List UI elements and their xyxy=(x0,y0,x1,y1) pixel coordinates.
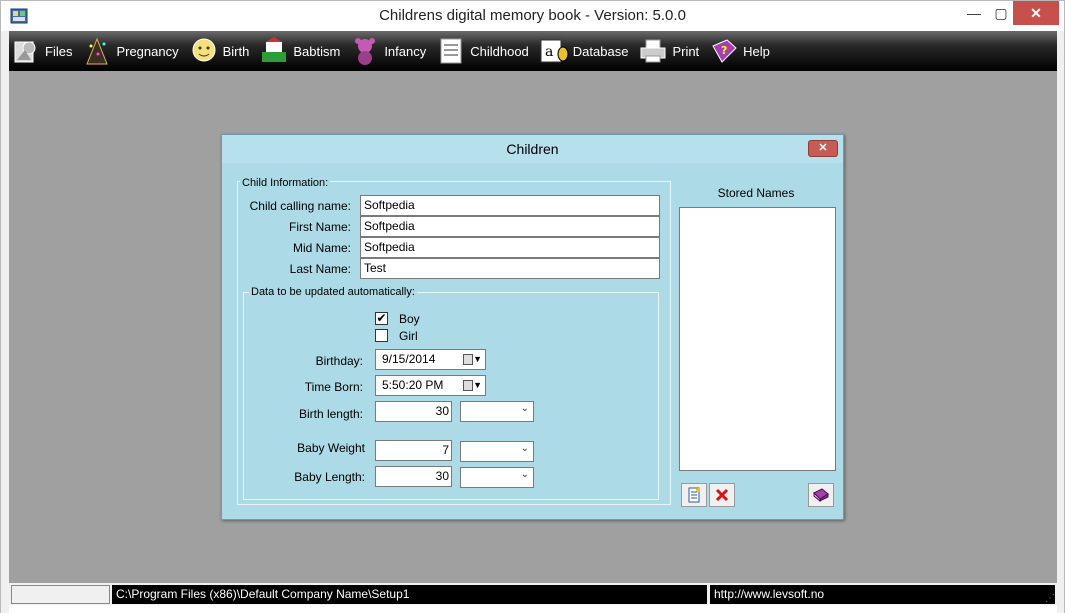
stored-names-title: Stored Names xyxy=(717,186,795,200)
toolbar-print-label: Print xyxy=(672,43,700,59)
childhood-icon xyxy=(434,34,468,68)
files-icon xyxy=(9,34,43,68)
infancy-icon xyxy=(348,34,382,68)
database-icon: a xyxy=(537,34,571,68)
chevron-down-icon[interactable]: ▼ xyxy=(473,376,482,395)
stored-names-list[interactable] xyxy=(679,207,836,471)
time-born-value: 5:50:20 PM xyxy=(382,378,444,392)
boy-label: Boy xyxy=(399,312,420,326)
chevron-down-icon[interactable]: ⌄ xyxy=(521,469,529,480)
child-information-label: Child Information: xyxy=(240,177,331,189)
toolbar-babtism-label: Babtism xyxy=(293,43,341,59)
dialog-title: Children xyxy=(222,135,843,163)
svg-text:a: a xyxy=(545,44,553,60)
birth-length-label: Birth length: xyxy=(298,407,363,421)
svg-text:?: ? xyxy=(721,44,727,57)
toolbar-print[interactable]: Print xyxy=(636,31,699,71)
minimize-button[interactable]: — xyxy=(959,1,989,25)
toolbar-infancy-label: Infancy xyxy=(384,43,427,59)
boy-checkbox[interactable]: ✔ xyxy=(375,312,388,325)
calendar-icon[interactable] xyxy=(463,380,473,391)
girl-checkbox[interactable] xyxy=(375,329,388,342)
open-book-button[interactable] xyxy=(808,483,834,507)
dialog-close-button[interactable]: ✕ xyxy=(808,140,838,157)
first-name-input[interactable]: Softpedia xyxy=(360,216,660,237)
toolbar-database-label: Database xyxy=(572,43,629,59)
toolbar-database[interactable]: a Database xyxy=(537,31,629,71)
window-right-border xyxy=(1057,31,1065,613)
auto-update-label: Data to be updated automatically: xyxy=(249,286,417,298)
mid-name-label: Mid Name: xyxy=(292,241,351,255)
new-document-icon xyxy=(688,487,700,503)
last-name-label: Last Name: xyxy=(289,262,351,276)
baby-length-input[interactable]: 30 xyxy=(375,466,452,487)
toolbar-pregnancy[interactable]: Pregnancy xyxy=(80,31,179,71)
toolbar-childhood-label: Childhood xyxy=(470,43,529,59)
birth-length-input[interactable]: 30 xyxy=(375,401,452,422)
time-born-picker[interactable]: 5:50:20 PM ▼ xyxy=(375,375,486,396)
first-name-label: First Name: xyxy=(288,220,351,234)
children-dialog: Children ✕ Child Information: Child call… xyxy=(221,134,844,520)
toolbar-files-label: Files xyxy=(45,43,73,59)
chevron-down-icon[interactable]: ▼ xyxy=(473,350,482,369)
toolbar-birth[interactable]: Birth xyxy=(187,31,250,71)
close-button[interactable]: ✕ xyxy=(1013,1,1059,25)
birthday-datepicker[interactable]: 9/15/2014 ▼ xyxy=(375,349,486,370)
toolbar-childhood[interactable]: Childhood xyxy=(434,31,529,71)
babtism-icon xyxy=(257,34,291,68)
new-child-button[interactable] xyxy=(681,483,707,507)
delete-icon xyxy=(715,488,729,502)
print-icon xyxy=(636,34,670,68)
toolbar-help[interactable]: ? Help xyxy=(707,31,770,71)
toolbar-infancy[interactable]: Infancy xyxy=(348,31,426,71)
time-born-label: Time Born: xyxy=(304,380,363,394)
status-bar: C:\Program Files (x86)\Default Company N… xyxy=(9,583,1057,605)
help-icon: ? xyxy=(707,34,741,68)
calendar-icon[interactable] xyxy=(463,354,473,365)
resize-grip-icon[interactable]: ⋰ xyxy=(1045,593,1055,604)
toolbar-pregnancy-label: Pregnancy xyxy=(116,43,179,59)
status-cell-left xyxy=(11,585,110,604)
title-bar: Childrens digital memory book - Version:… xyxy=(0,0,1065,31)
baby-weight-label: Baby Weight xyxy=(297,441,365,455)
toolbar-babtism[interactable]: Babtism xyxy=(257,31,340,71)
window-title: Childrens digital memory book - Version:… xyxy=(379,7,686,24)
birthday-value: 9/15/2014 xyxy=(382,352,436,366)
status-url: http://www.levsoft.no xyxy=(710,585,1055,604)
birth-length-unit-select[interactable]: ⌄ xyxy=(460,401,534,422)
pregnancy-icon xyxy=(80,34,114,68)
toolbar-files[interactable]: Files xyxy=(9,31,72,71)
birthday-label: Birthday: xyxy=(315,354,363,368)
girl-label: Girl xyxy=(399,329,418,343)
chevron-down-icon[interactable]: ⌄ xyxy=(521,403,529,414)
birth-icon xyxy=(187,34,221,68)
window-left-border xyxy=(0,31,9,613)
dialog-body: Child Information: Child calling name: S… xyxy=(227,165,838,515)
delete-child-button[interactable] xyxy=(709,483,735,507)
baby-weight-input[interactable]: 7 xyxy=(375,440,452,461)
toolbar-birth-label: Birth xyxy=(222,43,250,59)
status-path: C:\Program Files (x86)\Default Company N… xyxy=(112,585,707,604)
maximize-button[interactable]: ▢ xyxy=(989,1,1013,25)
last-name-input[interactable]: Test xyxy=(360,258,660,279)
calling-name-label: Child calling name: xyxy=(249,199,351,213)
mid-name-input[interactable]: Softpedia xyxy=(360,237,660,258)
toolbar-help-label: Help xyxy=(743,43,770,59)
baby-length-label: Baby Length: xyxy=(294,470,365,484)
main-toolbar: Files Pregnancy Birth Babtism Infancy Ch… xyxy=(9,31,1057,71)
baby-weight-unit-select[interactable]: ⌄ xyxy=(460,441,534,462)
book-icon xyxy=(813,488,829,503)
baby-length-unit-select[interactable]: ⌄ xyxy=(460,467,534,488)
calling-name-input[interactable]: Softpedia xyxy=(360,195,660,216)
chevron-down-icon[interactable]: ⌄ xyxy=(521,443,529,454)
